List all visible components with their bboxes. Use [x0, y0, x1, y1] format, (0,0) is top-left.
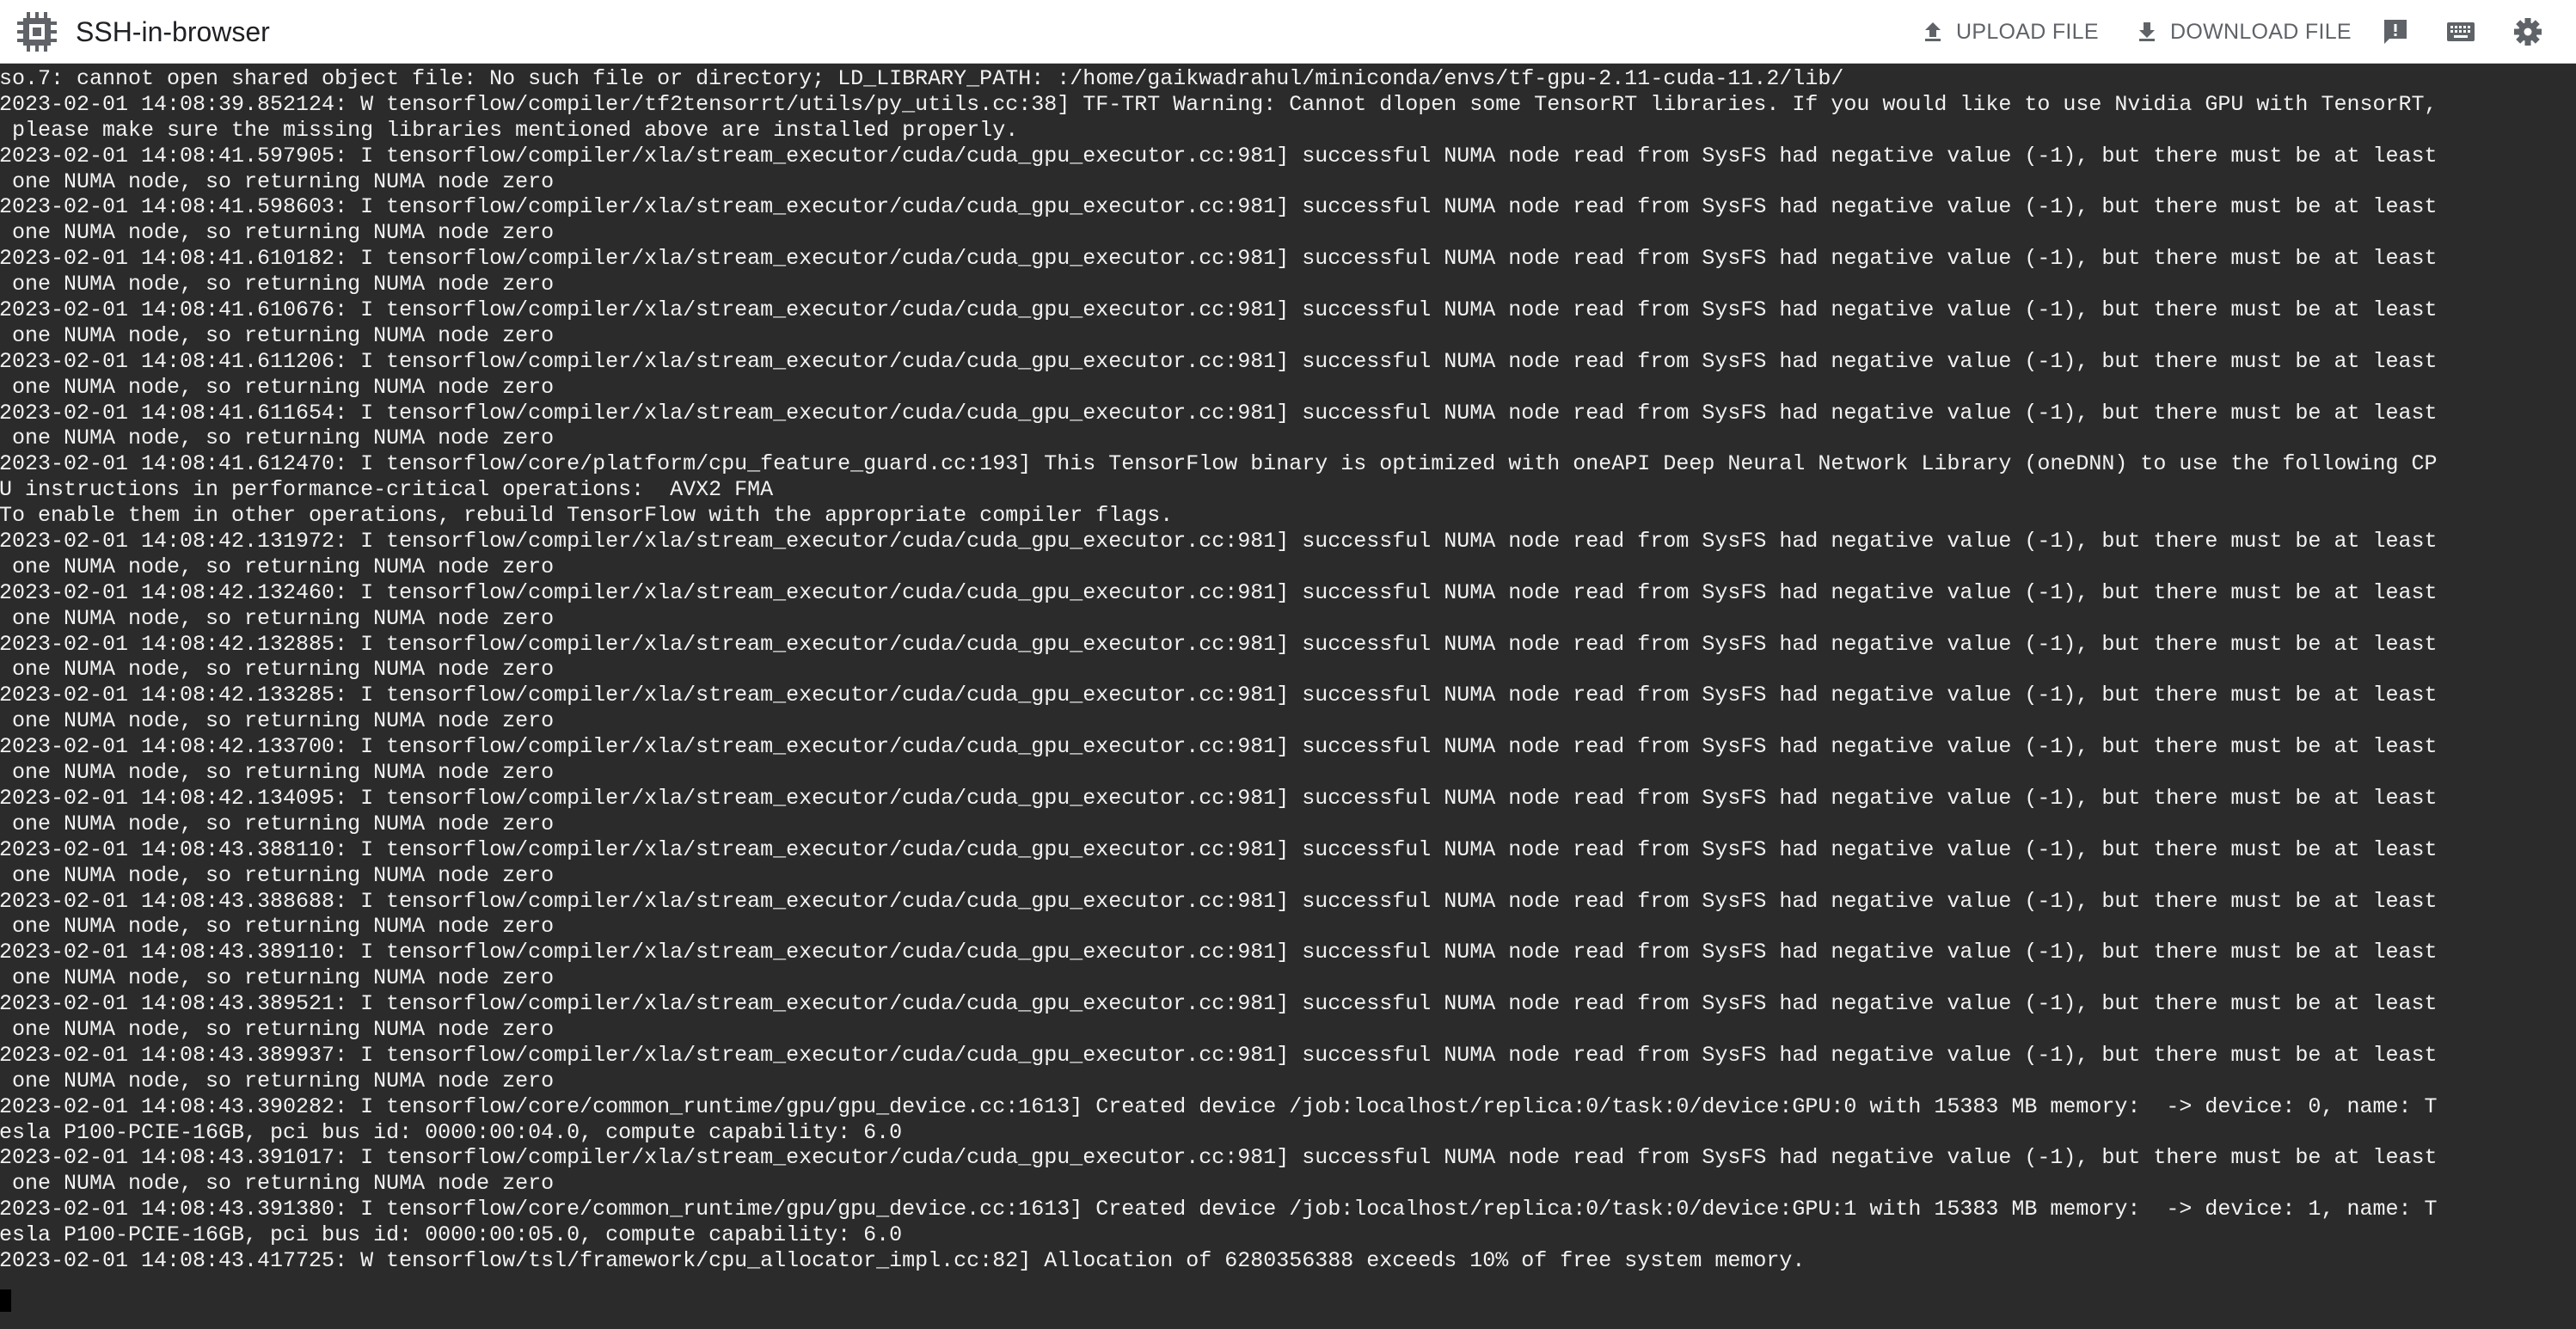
terminal-line: one NUMA node, so returning NUMA node ze… — [0, 272, 555, 297]
terminal-line: one NUMA node, so returning NUMA node ze… — [0, 811, 555, 836]
terminal-line: one NUMA node, so returning NUMA node ze… — [0, 322, 555, 348]
terminal-line: 2023-02-01 14:08:43.389521: I tensorflow… — [0, 991, 2438, 1017]
terminal-line: one NUMA node, so returning NUMA node ze… — [0, 168, 555, 194]
terminal-line: 2023-02-01 14:08:41.610182: I tensorflow… — [0, 246, 2438, 272]
chip-icon — [12, 7, 62, 57]
terminal-line: 2023-02-01 14:08:41.597905: I tensorflow… — [0, 143, 2438, 168]
app-title: SSH-in-browser — [76, 16, 270, 47]
terminal-line: 2023-02-01 14:08:43.388110: I tensorflow… — [0, 836, 2438, 862]
terminal-line: one NUMA node, so returning NUMA node ze… — [0, 1171, 555, 1197]
feedback-icon — [2384, 20, 2407, 44]
terminal-line: one NUMA node, so returning NUMA node ze… — [0, 374, 555, 400]
terminal-line: 2023-02-01 14:08:42.131972: I tensorflow… — [0, 529, 2438, 554]
download-file-label: DOWNLOAD FILE — [2170, 19, 2352, 44]
terminal-line: esla P100-PCIE-16GB, pci bus id: 0000:00… — [0, 1222, 903, 1248]
terminal-line: 2023-02-01 14:08:42.132460: I tensorflow… — [0, 579, 2438, 605]
terminal-line: one NUMA node, so returning NUMA node ze… — [0, 657, 555, 683]
keyboard-icon — [2447, 22, 2475, 41]
download-icon — [2139, 22, 2155, 41]
terminal-line: 2023-02-01 14:08:43.391380: I tensorflow… — [0, 1197, 2438, 1222]
terminal-line: U instructions in performance-critical o… — [0, 477, 774, 503]
terminal-line: 2023-02-01 14:08:42.133285: I tensorflow… — [0, 683, 2438, 708]
top-bar: SSH-in-browser UPLOAD FILE DOWNLOAD FILE — [0, 0, 2576, 64]
terminal-line: one NUMA node, so returning NUMA node ze… — [0, 914, 555, 940]
upload-file-label: UPLOAD FILE — [1956, 19, 2099, 44]
terminal-line: 2023-02-01 14:08:41.610676: I tensorflow… — [0, 297, 2438, 323]
terminal-line: 2023-02-01 14:08:41.612470: I tensorflow… — [0, 451, 2438, 477]
terminal-line: one NUMA node, so returning NUMA node ze… — [0, 554, 555, 579]
terminal-line: one NUMA node, so returning NUMA node ze… — [0, 605, 555, 631]
terminal-line: 2023-02-01 14:08:43.390282: I tensorflow… — [0, 1093, 2438, 1119]
terminal-line: 2023-02-01 14:08:41.598603: I tensorflow… — [0, 194, 2438, 220]
feedback-button[interactable] — [2379, 15, 2412, 48]
gear-icon — [2514, 18, 2542, 46]
terminal-line: 2023-02-01 14:08:39.852124: W tensorflow… — [0, 91, 2438, 117]
terminal-line: 2023-02-01 14:08:41.611206: I tensorflow… — [0, 348, 2438, 374]
terminal-line: one NUMA node, so returning NUMA node ze… — [0, 426, 555, 451]
terminal-line: 2023-02-01 14:08:43.389937: I tensorflow… — [0, 1042, 2438, 1068]
terminal-line: one NUMA node, so returning NUMA node ze… — [0, 220, 555, 246]
terminal-line: one NUMA node, so returning NUMA node ze… — [0, 965, 555, 991]
settings-button[interactable] — [2512, 15, 2544, 48]
terminal-line: one NUMA node, so returning NUMA node ze… — [0, 708, 555, 734]
download-file-button[interactable]: DOWNLOAD FILE — [2134, 15, 2352, 48]
terminal-line: 2023-02-01 14:08:43.388688: I tensorflow… — [0, 888, 2438, 914]
terminal-output[interactable]: so.7: cannot open shared object file: No… — [0, 66, 2576, 1329]
terminal-line: one NUMA node, so returning NUMA node ze… — [0, 862, 555, 888]
upload-icon — [1925, 22, 1941, 41]
terminal-line: To enable them in other operations, rebu… — [0, 503, 1174, 529]
terminal-line: please make sure the missing libraries m… — [0, 117, 1019, 143]
keyboard-button[interactable] — [2444, 15, 2477, 48]
terminal-cursor — [0, 1289, 11, 1312]
terminal-line: 2023-02-01 14:08:42.133700: I tensorflow… — [0, 734, 2438, 760]
terminal-line: 2023-02-01 14:08:43.391017: I tensorflow… — [0, 1145, 2438, 1171]
terminal-line: esla P100-PCIE-16GB, pci bus id: 0000:00… — [0, 1119, 903, 1145]
upload-file-button[interactable]: UPLOAD FILE — [1920, 15, 2099, 48]
terminal-line: 2023-02-01 14:08:43.389110: I tensorflow… — [0, 940, 2438, 965]
terminal-line: one NUMA node, so returning NUMA node ze… — [0, 1068, 555, 1093]
terminal-line: one NUMA node, so returning NUMA node ze… — [0, 760, 555, 786]
terminal-line: one NUMA node, so returning NUMA node ze… — [0, 1016, 555, 1042]
terminal-line: 2023-02-01 14:08:42.132885: I tensorflow… — [0, 631, 2438, 657]
terminal-line: 2023-02-01 14:08:41.611654: I tensorflow… — [0, 400, 2438, 426]
terminal-line: 2023-02-01 14:08:43.417725: W tensorflow… — [0, 1247, 1806, 1273]
terminal-line: 2023-02-01 14:08:42.134095: I tensorflow… — [0, 785, 2438, 811]
terminal-line: so.7: cannot open shared object file: No… — [0, 66, 1844, 91]
